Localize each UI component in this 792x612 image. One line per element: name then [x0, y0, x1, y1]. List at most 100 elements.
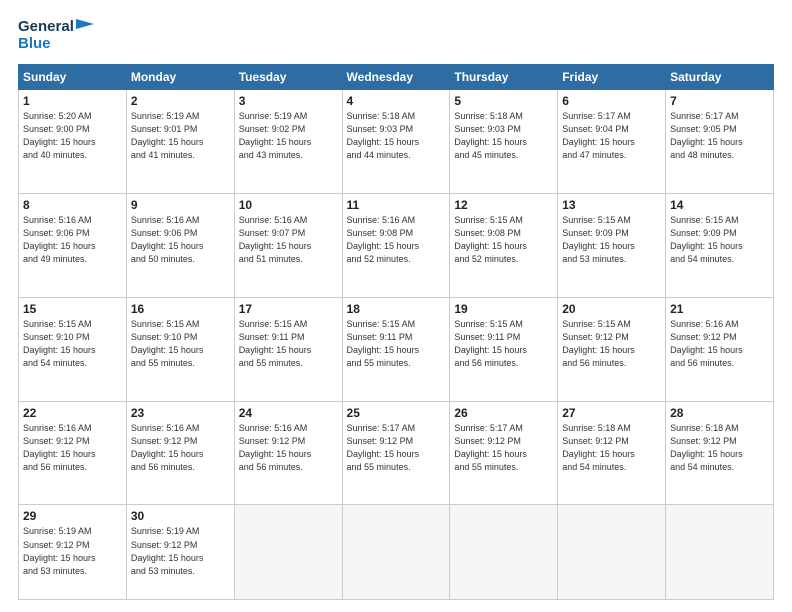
day-number: 26: [454, 406, 553, 420]
header-saturday: Saturday: [666, 64, 774, 89]
day-info: Sunrise: 5:16 AMSunset: 9:12 PMDaylight:…: [670, 318, 769, 370]
day-info: Sunrise: 5:17 AMSunset: 9:12 PMDaylight:…: [454, 422, 553, 474]
calendar-cell: 3 Sunrise: 5:19 AMSunset: 9:02 PMDaylight…: [234, 89, 342, 193]
calendar-cell: 15 Sunrise: 5:15 AMSunset: 9:10 PMDayligh…: [19, 297, 127, 401]
header-wednesday: Wednesday: [342, 64, 450, 89]
day-number: 16: [131, 302, 230, 316]
calendar-cell: 17 Sunrise: 5:15 AMSunset: 9:11 PMDayligh…: [234, 297, 342, 401]
calendar-cell: 18 Sunrise: 5:15 AMSunset: 9:11 PMDayligh…: [342, 297, 450, 401]
calendar-cell: 21 Sunrise: 5:16 AMSunset: 9:12 PMDayligh…: [666, 297, 774, 401]
day-number: 2: [131, 94, 230, 108]
day-info: Sunrise: 5:16 AMSunset: 9:06 PMDaylight:…: [131, 214, 230, 266]
day-number: 9: [131, 198, 230, 212]
day-info: Sunrise: 5:15 AMSunset: 9:08 PMDaylight:…: [454, 214, 553, 266]
day-number: 10: [239, 198, 338, 212]
header-sunday: Sunday: [19, 64, 127, 89]
day-info: Sunrise: 5:15 AMSunset: 9:09 PMDaylight:…: [562, 214, 661, 266]
day-number: 3: [239, 94, 338, 108]
calendar-cell: 25 Sunrise: 5:17 AMSunset: 9:12 PMDayligh…: [342, 401, 450, 505]
calendar-cell: 4 Sunrise: 5:18 AMSunset: 9:03 PMDaylight…: [342, 89, 450, 193]
day-info: Sunrise: 5:16 AMSunset: 9:12 PMDaylight:…: [23, 422, 122, 474]
day-number: 17: [239, 302, 338, 316]
day-info: Sunrise: 5:17 AMSunset: 9:04 PMDaylight:…: [562, 110, 661, 162]
calendar-cell: 11Sunrise: 5:16 AMSunset: 9:08 PMDayligh…: [342, 193, 450, 297]
calendar-cell: 1 Sunrise: 5:20 AMSunset: 9:00 PMDaylight…: [19, 89, 127, 193]
calendar-cell: 27 Sunrise: 5:18 AMSunset: 9:12 PMDayligh…: [558, 401, 666, 505]
calendar-cell: 14Sunrise: 5:15 AMSunset: 9:09 PMDayligh…: [666, 193, 774, 297]
calendar-cell: 24Sunrise: 5:16 AMSunset: 9:12 PMDayligh…: [234, 401, 342, 505]
calendar-cell: [666, 505, 774, 600]
day-number: 19: [454, 302, 553, 316]
day-number: 15: [23, 302, 122, 316]
calendar-cell: 28Sunrise: 5:18 AMSunset: 9:12 PMDayligh…: [666, 401, 774, 505]
day-info: Sunrise: 5:18 AMSunset: 9:12 PMDaylight:…: [562, 422, 661, 474]
calendar-cell: 30 Sunrise: 5:19 AMSunset: 9:12 PMDayligh…: [126, 505, 234, 600]
day-info: Sunrise: 5:15 AMSunset: 9:10 PMDaylight:…: [23, 318, 122, 370]
day-info: Sunrise: 5:17 AMSunset: 9:12 PMDaylight:…: [347, 422, 446, 474]
calendar-cell: 7Sunrise: 5:17 AMSunset: 9:05 PMDaylight…: [666, 89, 774, 193]
calendar-cell: 13 Sunrise: 5:15 AMSunset: 9:09 PMDayligh…: [558, 193, 666, 297]
day-info: Sunrise: 5:19 AMSunset: 9:12 PMDaylight:…: [131, 525, 230, 577]
day-info: Sunrise: 5:15 AMSunset: 9:10 PMDaylight:…: [131, 318, 230, 370]
day-info: Sunrise: 5:19 AMSunset: 9:02 PMDaylight:…: [239, 110, 338, 162]
logo: General Blue: [18, 18, 94, 54]
day-info: Sunrise: 5:15 AMSunset: 9:12 PMDaylight:…: [562, 318, 661, 370]
calendar-cell: 23 Sunrise: 5:16 AMSunset: 9:12 PMDayligh…: [126, 401, 234, 505]
calendar-cell: 5 Sunrise: 5:18 AMSunset: 9:03 PMDaylight…: [450, 89, 558, 193]
day-number: 30: [131, 509, 230, 523]
calendar-cell: 22 Sunrise: 5:16 AMSunset: 9:12 PMDayligh…: [19, 401, 127, 505]
day-number: 4: [347, 94, 446, 108]
calendar-table: Sunday Monday Tuesday Wednesday Thursday…: [18, 64, 774, 600]
page: General Blue Sunday Monday Tuesday Wedne…: [0, 0, 792, 612]
day-number: 21: [670, 302, 769, 316]
calendar-cell: [234, 505, 342, 600]
calendar-cell: 12 Sunrise: 5:15 AMSunset: 9:08 PMDayligh…: [450, 193, 558, 297]
day-info: Sunrise: 5:15 AMSunset: 9:11 PMDaylight:…: [347, 318, 446, 370]
calendar-cell: 29 Sunrise: 5:19 AMSunset: 9:12 PMDayligh…: [19, 505, 127, 600]
calendar-cell: 26 Sunrise: 5:17 AMSunset: 9:12 PMDayligh…: [450, 401, 558, 505]
calendar-cell: 19 Sunrise: 5:15 AMSunset: 9:11 PMDayligh…: [450, 297, 558, 401]
day-number: 1: [23, 94, 122, 108]
day-number: 25: [347, 406, 446, 420]
day-info: Sunrise: 5:18 AMSunset: 9:03 PMDaylight:…: [347, 110, 446, 162]
day-info: Sunrise: 5:20 AMSunset: 9:00 PMDaylight:…: [23, 110, 122, 162]
day-number: 23: [131, 406, 230, 420]
header-tuesday: Tuesday: [234, 64, 342, 89]
calendar-cell: 2 Sunrise: 5:19 AMSunset: 9:01 PMDaylight…: [126, 89, 234, 193]
day-info: Sunrise: 5:16 AMSunset: 9:07 PMDaylight:…: [239, 214, 338, 266]
day-number: 7: [670, 94, 769, 108]
day-number: 20: [562, 302, 661, 316]
calendar-cell: [450, 505, 558, 600]
header-thursday: Thursday: [450, 64, 558, 89]
day-info: Sunrise: 5:19 AMSunset: 9:12 PMDaylight:…: [23, 525, 122, 577]
day-number: 11: [347, 198, 446, 212]
day-number: 12: [454, 198, 553, 212]
day-info: Sunrise: 5:18 AMSunset: 9:03 PMDaylight:…: [454, 110, 553, 162]
day-number: 29: [23, 509, 122, 523]
header-monday: Monday: [126, 64, 234, 89]
day-number: 5: [454, 94, 553, 108]
calendar-cell: [558, 505, 666, 600]
calendar-cell: 6Sunrise: 5:17 AMSunset: 9:04 PMDaylight…: [558, 89, 666, 193]
day-number: 22: [23, 406, 122, 420]
calendar-header-row: Sunday Monday Tuesday Wednesday Thursday…: [19, 64, 774, 89]
day-info: Sunrise: 5:16 AMSunset: 9:12 PMDaylight:…: [131, 422, 230, 474]
day-info: Sunrise: 5:15 AMSunset: 9:11 PMDaylight:…: [239, 318, 338, 370]
day-number: 14: [670, 198, 769, 212]
day-number: 13: [562, 198, 661, 212]
calendar-cell: 9 Sunrise: 5:16 AMSunset: 9:06 PMDaylight…: [126, 193, 234, 297]
calendar-cell: 20 Sunrise: 5:15 AMSunset: 9:12 PMDayligh…: [558, 297, 666, 401]
day-number: 18: [347, 302, 446, 316]
day-info: Sunrise: 5:15 AMSunset: 9:11 PMDaylight:…: [454, 318, 553, 370]
day-number: 8: [23, 198, 122, 212]
day-info: Sunrise: 5:16 AMSunset: 9:12 PMDaylight:…: [239, 422, 338, 474]
day-info: Sunrise: 5:19 AMSunset: 9:01 PMDaylight:…: [131, 110, 230, 162]
calendar-cell: 8Sunrise: 5:16 AMSunset: 9:06 PMDaylight…: [19, 193, 127, 297]
calendar-cell: 16 Sunrise: 5:15 AMSunset: 9:10 PMDayligh…: [126, 297, 234, 401]
day-number: 27: [562, 406, 661, 420]
day-info: Sunrise: 5:18 AMSunset: 9:12 PMDaylight:…: [670, 422, 769, 474]
logo-flag-icon: [76, 19, 94, 35]
logo-text: General Blue: [18, 18, 94, 54]
header-friday: Friday: [558, 64, 666, 89]
header: General Blue: [18, 18, 774, 54]
